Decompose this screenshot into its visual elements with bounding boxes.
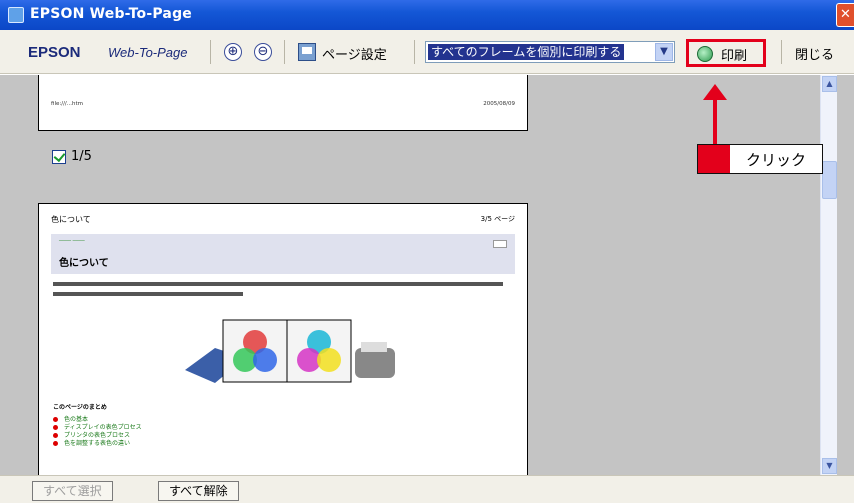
chevron-down-icon[interactable]: ▼ [655,43,673,61]
page-paragraph [53,280,513,304]
bottom-bar: すべて選択 すべて解除 [0,475,854,503]
window-title: EPSON Web-To-Page [30,6,192,22]
list-item: プリンタの表色プロセス [53,432,142,440]
toolbar-divider [284,40,285,64]
toolbar-divider [210,40,211,64]
frame-select-value: すべてのフレームを個別に印刷する [428,44,625,60]
app-icon [8,7,24,23]
close-button[interactable]: 閉じる [795,44,834,63]
page-setup-button[interactable]: ページ設定 [322,44,387,63]
page-preview-2: 色について 3/5 ページ ──── ──── 色について このページのまとめ … [38,203,528,475]
scroll-thumb[interactable] [822,161,837,199]
page-title: 色について [59,258,109,269]
frame-print-select[interactable]: すべてのフレームを個別に印刷する ▼ [425,41,675,63]
window-close-button[interactable]: ✕ [836,3,854,27]
page-nav-icon [493,240,507,248]
print-button[interactable]: 印刷 [686,39,766,67]
vertical-scrollbar[interactable]: ▲ ▼ [820,75,837,475]
product-name: Web-To-Page [108,45,188,60]
callout-text: クリック [746,151,807,169]
text-placeholder-lines [53,282,503,296]
summary-list: 色の基本 ディスプレイの表色プロセス プリンタの表色プロセス 色を調整する表色の… [53,416,142,448]
page-header-title: 色について [51,215,91,224]
click-callout: クリック [697,144,823,174]
toolbar-divider [781,40,782,64]
list-item: ディスプレイの表色プロセス [53,424,142,432]
page-number-label: 1/5 [71,149,92,164]
empty-pane: ▲ ▼ [538,75,837,475]
page-title-band: ──── ──── 色について [51,234,515,274]
page-header-number: 3/5 ページ [480,215,515,223]
brand-logo: EPSON [28,44,81,61]
scroll-down-icon[interactable]: ▼ [822,458,837,474]
deselect-all-button[interactable]: すべて解除 [158,481,239,501]
toolbar: EPSON Web-To-Page ⊕ ⊖ ページ設定 すべてのフレームを個別に… [0,30,854,74]
breadcrumb: ──── ──── [59,238,85,244]
zoom-in-icon[interactable]: ⊕ [224,43,242,61]
page-preview-column: file:///...htm 2005/08/09 1/5 色について 3/5 … [0,75,538,475]
list-item: 色の基本 [53,416,142,424]
scroll-up-icon[interactable]: ▲ [822,76,837,92]
summary-title: このページのまとめ [53,404,107,411]
preview-area: file:///...htm 2005/08/09 1/5 色について 3/5 … [0,75,854,475]
callout-swatch [698,145,730,173]
page-url: file:///...htm [51,101,84,107]
list-item: 色を調整する表色の違い [53,440,142,448]
page-select-checkbox[interactable] [52,150,66,164]
color-illustration [185,319,395,383]
title-bar: EPSON Web-To-Page ✕ [0,0,854,30]
page-preview-1: file:///...htm 2005/08/09 [38,75,528,131]
zoom-out-icon[interactable]: ⊖ [254,43,272,61]
page-setup-icon[interactable] [298,43,316,61]
select-all-button[interactable]: すべて選択 [32,481,113,501]
print-label: 印刷 [721,49,748,64]
page-date: 2005/08/09 [483,101,515,107]
toolbar-divider [414,40,415,64]
print-icon [697,46,713,62]
